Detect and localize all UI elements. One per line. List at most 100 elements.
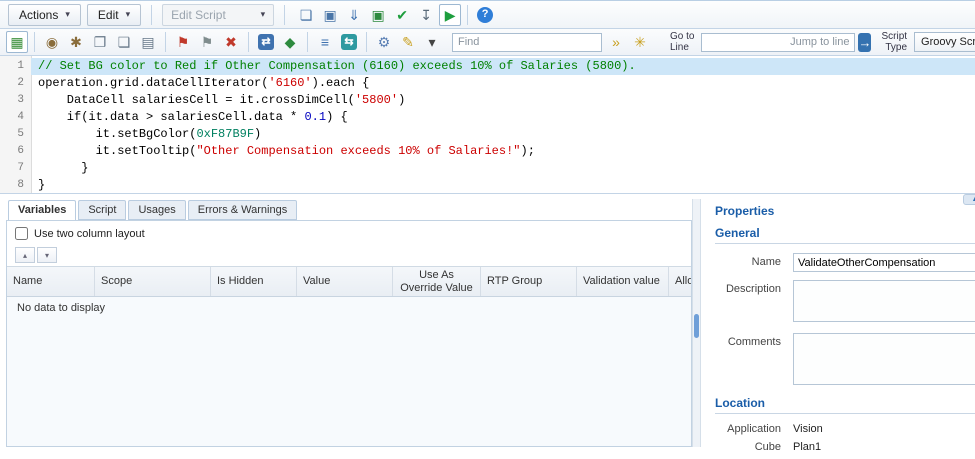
toolbar-separator [165,32,166,52]
column-header-name[interactable]: Name [7,267,95,296]
main-toolbar-icons: ❏▣⇓▣✔↧▶? [295,4,496,26]
paste-icon[interactable]: ❏ [113,31,135,53]
highlight-caret-icon[interactable]: ▾ [421,31,443,53]
panel-splitter[interactable] [692,199,701,447]
variables-table-body: No data to display [7,297,691,446]
line-number: 4 [0,109,31,126]
highlight-icon[interactable]: ✎ [397,31,419,53]
script-palette-icon[interactable]: ▦ [6,31,28,53]
debug-icon[interactable]: ▶ [439,4,461,26]
move-down-button[interactable]: ▾ [37,247,57,263]
edit-menu[interactable]: Edit ▾ [87,4,141,26]
help-icon[interactable]: ? [474,4,496,26]
highlight-caret-icon: ▾ [428,35,435,49]
record-macro-icon[interactable]: ◉ [41,31,63,53]
bookmark-remove-icon[interactable]: ⚑ [196,31,218,53]
syntax-check-icon[interactable]: ◆ [279,31,301,53]
two-column-checkbox[interactable] [15,227,28,240]
application-label: Application [715,423,781,435]
column-header-use-as-override-value[interactable]: Use As Override Value [393,267,481,296]
new-document-icon[interactable]: ❏ [295,4,317,26]
toolbar-separator [366,32,367,52]
insert-function-icon[interactable]: ✱ [65,31,87,53]
find-input[interactable] [452,33,602,52]
actions-menu[interactable]: Actions ▾ [8,4,81,26]
settings-icon[interactable]: ⚙ [373,31,395,53]
code-line[interactable]: 3 DataCell salariesCell = it.crossDimCel… [0,92,975,109]
chevron-down-icon: ▾ [261,10,266,19]
column-header-scope[interactable]: Scope [95,267,211,296]
column-header-value[interactable]: Value [297,267,393,296]
code-line[interactable]: 8} [0,177,975,194]
comments-textarea[interactable] [793,333,975,385]
settings-icon: ⚙ [378,35,391,49]
move-up-button[interactable]: ▴ [15,247,35,263]
name-input[interactable] [793,253,975,272]
variables-table-header: NameScopeIs HiddenValueUse As Override V… [7,266,691,297]
line-number: 5 [0,126,31,143]
goto-line-label-top: Go to [670,31,694,42]
download-icon[interactable]: ⇓ [343,4,365,26]
tab-variables[interactable]: Variables [8,200,76,221]
refresh-icon: ⇆ [341,34,357,50]
code-line-text: if(it.data > salariesCell.data * 0.1) { [31,109,975,126]
list-view-icon[interactable]: ≡ [314,31,336,53]
line-number: 6 [0,143,31,160]
panel-tabs: VariablesScriptUsagesErrors & Warnings [6,199,692,220]
edit-script-dropdown[interactable]: Edit Script ▾ [162,4,274,26]
code-line[interactable]: 1// Set BG color to Red if Other Compens… [0,58,975,75]
save-validate-icon[interactable]: ▣ [367,4,389,26]
script-type-select[interactable]: Groovy Script ▾ [914,32,975,52]
save-icon[interactable]: ▣ [319,4,341,26]
tab-errors-warnings[interactable]: Errors & Warnings [188,200,297,220]
code-editor[interactable]: 1// Set BG color to Red if Other Compens… [0,56,975,194]
deploy-icon[interactable]: ↧ [415,4,437,26]
column-header-allow[interactable]: Allow [669,267,691,296]
location-heading: Location [715,396,975,414]
column-header-rtp-group[interactable]: RTP Group [481,267,577,296]
collapse-panel-button[interactable]: ▲ [963,194,975,205]
tab-script[interactable]: Script [78,200,126,220]
go-to-line-button[interactable]: → [858,33,871,52]
two-column-label[interactable]: Use two column layout [34,228,145,240]
line-number: 8 [0,177,31,194]
main-toolbar: Actions ▾ Edit ▾ Edit Script ▾ ❏▣⇓▣✔↧▶? [0,1,975,29]
line-number: 3 [0,92,31,109]
syntax-check-icon: ◆ [285,35,296,49]
code-line-text: } [31,160,975,177]
code-line[interactable]: 2operation.grid.dataCellIterator('6160')… [0,75,975,92]
column-header-is-hidden[interactable]: Is Hidden [211,267,297,296]
validate-icon[interactable]: ✔ [391,4,413,26]
code-line-text: it.setBgColor(0xF87B9F) [31,126,975,143]
code-line[interactable]: 5 it.setBgColor(0xF87B9F) [0,126,975,143]
find-next-icon[interactable]: » [605,31,627,53]
application-value: Vision [793,423,823,435]
bookmark-icon[interactable]: ⚑ [172,31,194,53]
description-textarea[interactable] [793,280,975,322]
refresh-icon[interactable]: ⇆ [338,31,360,53]
template-icon[interactable]: ▤ [137,31,159,53]
paste-icon: ❏ [118,35,131,49]
bookmark-icon: ⚑ [177,35,190,49]
highlight-all-icon[interactable]: ✳ [629,31,651,53]
bookmark-remove-icon: ⚑ [201,35,214,49]
splitter-handle[interactable] [694,314,699,338]
code-line[interactable]: 6 it.setTooltip("Other Compensation exce… [0,143,975,160]
clear-breakpoints-icon: ✖ [225,35,237,49]
tab-usages[interactable]: Usages [128,200,185,220]
variables-panel-body: Use two column layout ▴ ▾ NameScopeIs Hi… [6,220,692,447]
script-editor-window: Actions ▾ Edit ▾ Edit Script ▾ ❏▣⇓▣✔↧▶? … [0,0,975,459]
code-line-text: DataCell salariesCell = it.crossDimCell(… [31,92,975,109]
jump-to-line-input[interactable] [701,33,855,52]
code-line-text: } [31,177,975,194]
code-line[interactable]: 7 } [0,160,975,177]
chevron-down-icon: ▾ [65,10,70,19]
chevron-down-icon: ▾ [126,10,131,19]
copy-icon[interactable]: ❐ [89,31,111,53]
record-macro-icon: ◉ [46,35,58,49]
column-header-validation-value[interactable]: Validation value [577,267,669,296]
code-line[interactable]: 4 if(it.data > salariesCell.data * 0.1) … [0,109,975,126]
source-view-icon[interactable]: ⇄ [255,31,277,53]
clear-breakpoints-icon[interactable]: ✖ [220,31,242,53]
two-column-row: Use two column layout [7,221,691,246]
